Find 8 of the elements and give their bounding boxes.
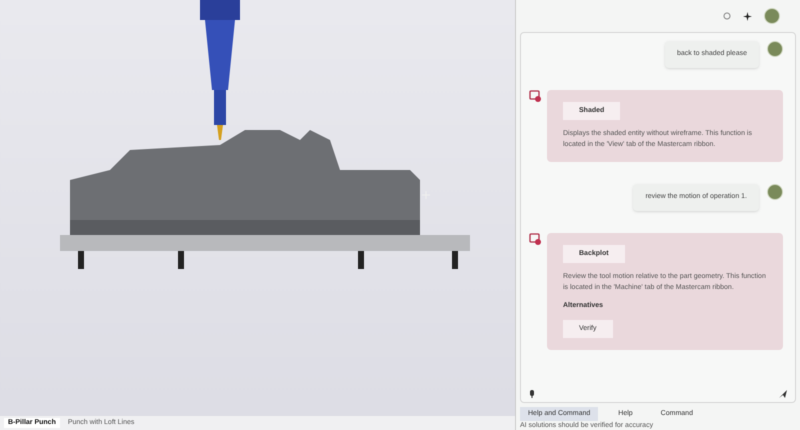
- microphone-icon[interactable]: [529, 390, 535, 398]
- assistant-icon: [529, 90, 543, 104]
- avatar-icon: [764, 8, 780, 24]
- sparkle-icon[interactable]: [743, 12, 752, 20]
- assistant-icon: [529, 232, 543, 246]
- send-icon[interactable]: [779, 390, 787, 398]
- avatar-icon: [767, 184, 783, 200]
- avatar-icon: [767, 41, 783, 57]
